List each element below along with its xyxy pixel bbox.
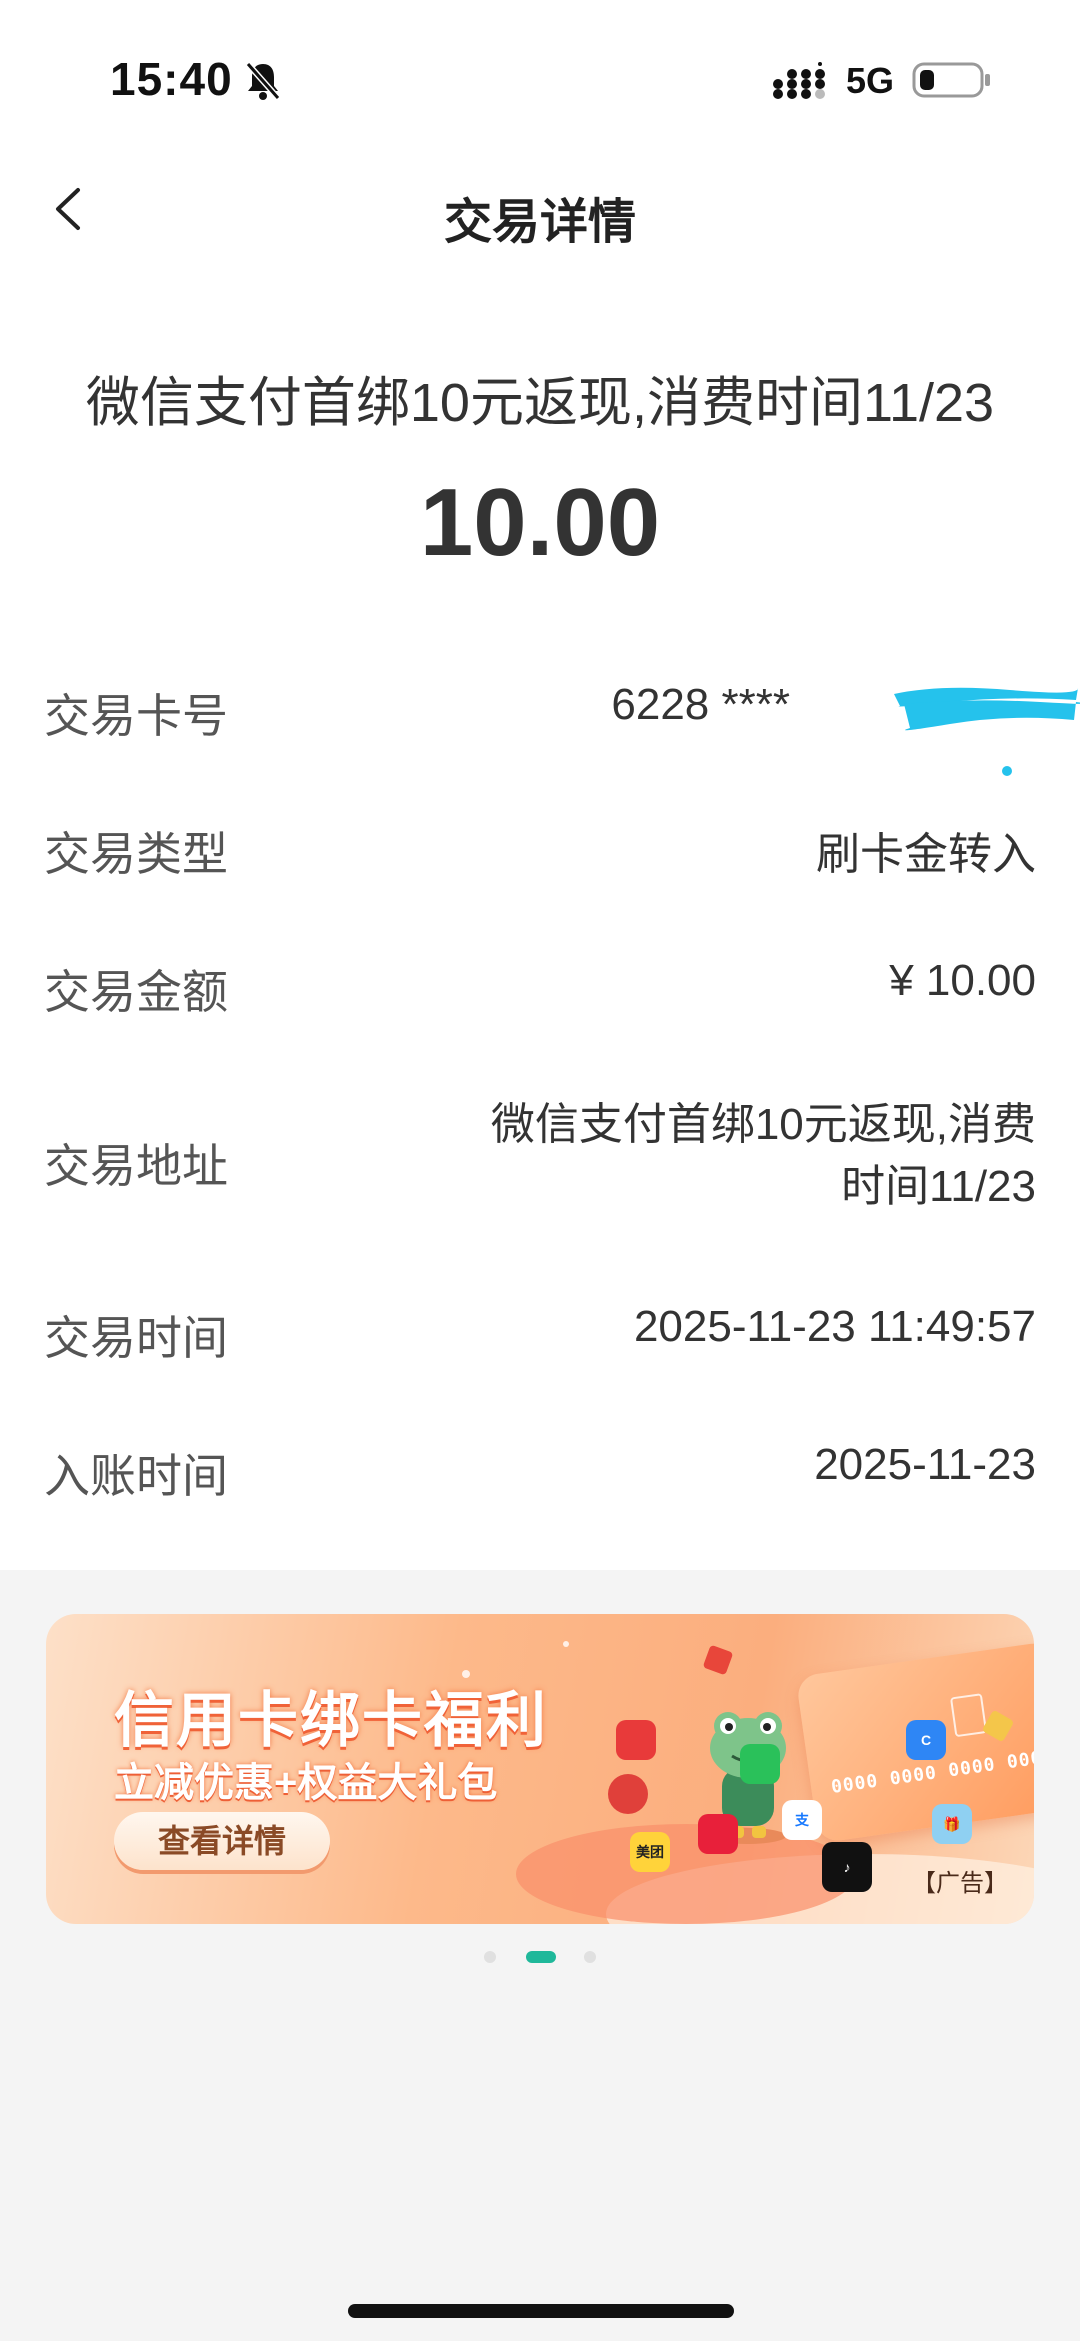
app-icon-pinduoduo <box>608 1774 648 1814</box>
banner-subtitle: 立减优惠+权益大礼包 <box>114 1761 498 1805</box>
detail-value: ¥ 10.00 <box>889 956 1036 1005</box>
redaction-dot <box>1002 766 1012 776</box>
detail-value: 2025-11-23 11:49:57 <box>633 1302 1036 1351</box>
nav-bar: 交易详情 <box>0 160 1080 260</box>
redaction-scribble <box>894 687 1080 731</box>
status-time: 15:40 <box>110 53 233 105</box>
promo-banner[interactable]: 信用卡绑卡福利 立减优惠+权益大礼包 查看详情 0000 0000 0000 0… <box>46 1614 1034 1924</box>
banner-title: 信用卡绑卡福利 <box>114 1687 548 1754</box>
wechat-icon <box>740 1744 780 1784</box>
gift-box-icon: 🎁 <box>932 1804 972 1844</box>
detail-label: 交易金额 <box>44 966 228 1018</box>
transaction-description: 微信支付首绑10元返现,消费时间11/23 <box>85 373 995 433</box>
ad-label: 【广告】 <box>912 1870 1008 1897</box>
bell-muted-icon <box>245 62 281 100</box>
alipay-icon: 支 <box>782 1800 822 1840</box>
detail-value: 6228 **** <box>611 680 790 729</box>
detail-value: 微信支付首绑10元返现,消费 时间11/23 <box>436 1094 1036 1218</box>
pager-dot[interactable] <box>584 1951 596 1963</box>
banner-pager <box>0 1946 1080 1966</box>
pager-dot[interactable] <box>484 1951 496 1963</box>
home-indicator[interactable] <box>348 2304 734 2318</box>
meituan-icon: 美团 <box>630 1832 670 1872</box>
view-details-button[interactable]: 查看详情 <box>114 1812 330 1870</box>
pager-dot-active[interactable] <box>526 1951 556 1963</box>
address-line-2: 时间11/23 <box>841 1162 1036 1211</box>
address-line-1: 微信支付首绑10元返现,消费 <box>490 1100 1036 1149</box>
page-title: 交易详情 <box>443 196 636 249</box>
detail-label: 交易卡号 <box>44 690 228 742</box>
battery-icon <box>912 62 990 98</box>
status-bar: 15:40 5G <box>0 0 1080 160</box>
signal-icon <box>773 62 825 99</box>
card-chip <box>949 1693 988 1738</box>
red-flag-icon <box>702 1644 734 1676</box>
detail-label: 交易时间 <box>44 1312 228 1364</box>
app-icon-red <box>616 1720 656 1760</box>
app-icon-redbook <box>698 1814 738 1854</box>
transaction-amount: 10.00 <box>419 469 661 576</box>
app-icon-blue: C <box>906 1720 946 1760</box>
network-label: 5G <box>846 60 895 101</box>
detail-label: 入账时间 <box>44 1450 228 1502</box>
detail-label: 交易类型 <box>44 828 228 880</box>
detail-value: 刷卡金转入 <box>816 830 1036 879</box>
detail-label: 交易地址 <box>44 1140 228 1192</box>
tiktok-icon: ♪ <box>822 1842 872 1892</box>
detail-value: 2025-11-23 <box>814 1440 1036 1489</box>
